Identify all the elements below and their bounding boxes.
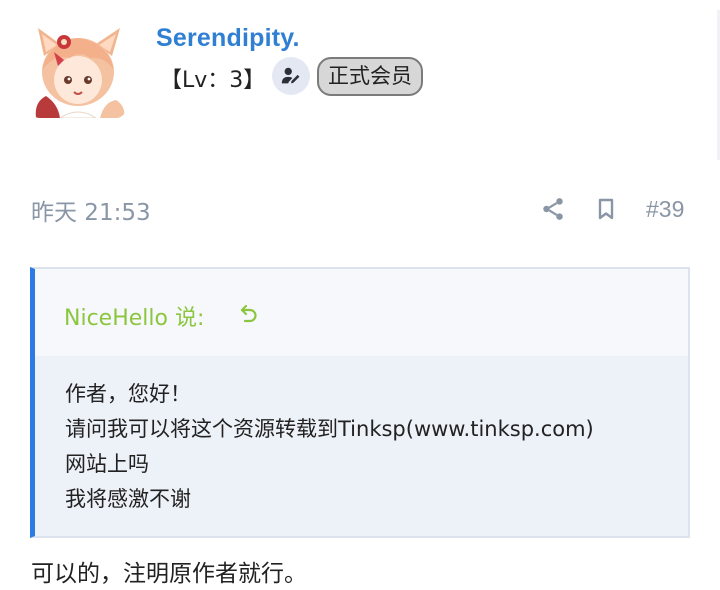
person-edit-icon bbox=[281, 67, 300, 84]
share-icon bbox=[543, 198, 563, 220]
quote-jump-button[interactable] bbox=[237, 302, 261, 326]
reply-text: 可以的，注明原作者就行。 bbox=[31, 561, 307, 587]
quote-header: NiceHello 说: bbox=[35, 269, 688, 356]
quote-line: 请问我可以将这个资源转载到Tinksp(www.tinksp.com) bbox=[65, 417, 594, 441]
back-arrow-icon bbox=[240, 304, 257, 323]
quote-line: 我将感激不谢 bbox=[65, 487, 191, 511]
post-number[interactable]: #39 bbox=[646, 196, 684, 223]
user-level: 【Lv：3】 bbox=[160, 68, 266, 93]
quote-block: NiceHello 说: 作者，您好！ 请问我可以将这个资源转载到Tinksp(… bbox=[30, 267, 690, 538]
quote-line: 作者，您好！ bbox=[65, 382, 191, 406]
user-edit-badge bbox=[272, 57, 310, 95]
username[interactable]: Serendipity. bbox=[156, 24, 300, 53]
bookmark-button[interactable] bbox=[594, 196, 618, 222]
bookmark-icon bbox=[598, 198, 614, 220]
member-badge: 正式会员 bbox=[317, 57, 423, 96]
avatar[interactable] bbox=[30, 22, 126, 118]
share-button[interactable] bbox=[540, 196, 566, 222]
quote-line: 网站上吗 bbox=[65, 452, 149, 476]
quote-body: 作者，您好！ 请问我可以将这个资源转载到Tinksp(www.tinksp.co… bbox=[65, 377, 678, 517]
quote-author[interactable]: NiceHello 说: bbox=[64, 300, 204, 332]
post-time: 昨天 21:53 bbox=[31, 200, 151, 226]
